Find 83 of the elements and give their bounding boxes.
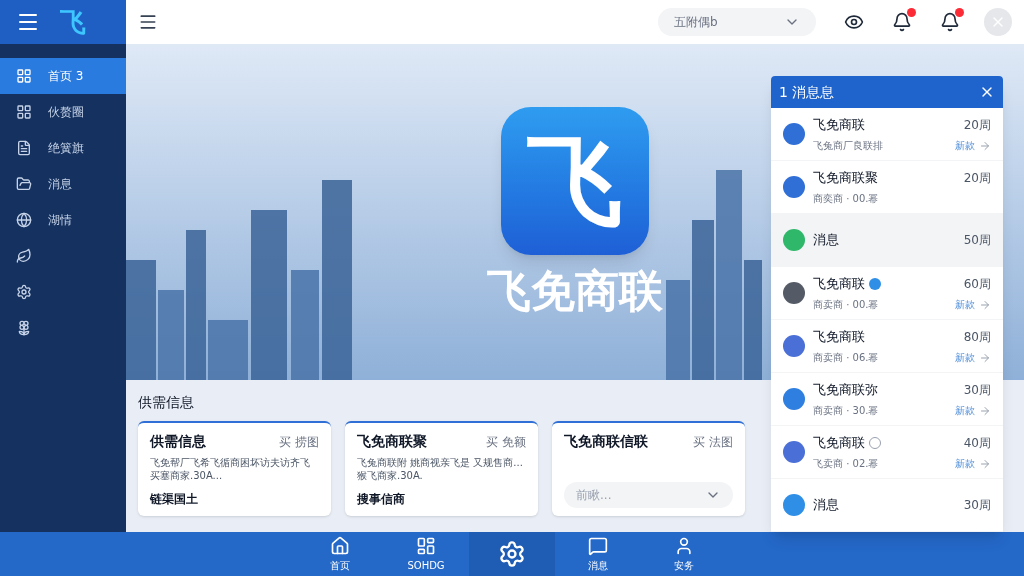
message-link[interactable]: 新款: [955, 456, 975, 472]
card-description: 飞免帮厂飞希飞循商困坏访夫访齐飞买塞商家.30A...: [150, 456, 311, 482]
message-time: 60周: [963, 275, 991, 293]
sidebar-item[interactable]: 首页 3: [0, 58, 126, 94]
message-preview: 商卖商 · 06.幂: [813, 351, 879, 366]
arrow-icon: [979, 298, 991, 311]
message-sender: 飞免商联: [813, 274, 865, 293]
home-icon: [330, 535, 350, 556]
nav-tab[interactable]: [469, 532, 555, 576]
nav-tab[interactable]: 首页: [297, 532, 383, 576]
message-sender: 飞免商联: [813, 115, 865, 134]
message-preview: 商奕商 · 00.幂: [813, 192, 879, 207]
message-item[interactable]: 飞免商联 60周 商卖商 · 00.幂 新款: [771, 267, 1003, 320]
apps-icon: [416, 535, 436, 556]
card-tag: 买 捞图: [279, 432, 319, 451]
bell-icon[interactable]: [940, 12, 960, 32]
message-sender: 消息: [813, 231, 839, 250]
message-preview: 飞兔商厂良联排: [813, 139, 883, 154]
arrow-icon: [979, 351, 991, 364]
message-link[interactable]: 新款: [955, 350, 975, 366]
card-title: 供需信息: [150, 432, 206, 451]
card-tag: 买 免额: [486, 432, 526, 451]
message-sender: 飞免商联弥: [813, 380, 878, 399]
message-preview: 商卖商 · 30.幂: [813, 404, 879, 419]
message-item[interactable]: 飞免商联聚 20周 商奕商 · 00.幂: [771, 161, 1003, 214]
card-tag: 买 法图: [693, 432, 733, 451]
message-sender: 飞免商联: [813, 327, 865, 346]
grid-icon: [16, 68, 32, 84]
message-item[interactable]: 飞免商联 40周 飞卖商 · 02.幂 新款: [771, 426, 1003, 479]
globe-icon: [16, 212, 32, 228]
sidebar-item[interactable]: 湖情: [0, 202, 126, 238]
card-footer: 搜事信商: [357, 490, 526, 508]
brand-logo: 飞: [60, 9, 86, 35]
card-description: 飞兔商联附 姚商视亲飞是 又规售商...猴飞商家.30A.: [357, 456, 524, 482]
card-footer: 链渠国土: [150, 490, 319, 508]
menu-icon[interactable]: [138, 12, 158, 32]
card-title: 飞免商联聚: [357, 432, 427, 451]
message-sender: 飞免商联: [813, 433, 865, 452]
bell-icon[interactable]: [892, 12, 912, 32]
message-item[interactable]: 飞免商联 20周 飞兔商厂良联排 新款: [771, 108, 1003, 161]
card-title: 飞免商联信联: [564, 432, 648, 451]
message-item[interactable]: 消息 30周: [771, 479, 1003, 532]
message-item[interactable]: 消息 50周: [771, 214, 1003, 267]
message-time: 80周: [963, 328, 991, 346]
leaf-icon: [16, 248, 32, 264]
message-time: 50周: [963, 232, 991, 249]
app-logo: 飞: [501, 106, 649, 255]
message-sender: 飞免商联聚: [813, 168, 878, 187]
user-icon: [674, 535, 694, 556]
message-sender: 消息: [813, 496, 839, 515]
arrow-icon: [979, 404, 991, 417]
chat-icon: [588, 535, 608, 556]
message-link[interactable]: 新款: [955, 138, 975, 154]
nav-tab[interactable]: 消息: [555, 532, 641, 576]
nav-tab[interactable]: SOHDG: [383, 532, 469, 576]
hero-title: 飞免商联: [487, 263, 663, 318]
settings-icon: [498, 540, 526, 568]
sidebar-item[interactable]: 绝簧旗: [0, 130, 126, 166]
panel-title: 1 消息息: [779, 82, 835, 102]
folder-icon: [16, 176, 32, 192]
arrow-icon: [979, 457, 991, 470]
grid-icon: [16, 104, 32, 120]
message-time: 30周: [963, 497, 991, 514]
message-item[interactable]: 飞免商联 80周 商卖商 · 06.幂 新款: [771, 320, 1003, 373]
arrow-icon: [979, 139, 991, 152]
eye-icon[interactable]: [844, 12, 864, 32]
section-title: 供需信息: [138, 393, 194, 412]
message-preview: 商卖商 · 00.幂: [813, 298, 879, 313]
document-icon: [16, 140, 32, 156]
nav-tab[interactable]: 安务: [641, 532, 727, 576]
flower-icon: [16, 320, 32, 336]
message-link[interactable]: 新款: [955, 297, 975, 313]
sidebar-item[interactable]: 伙赘圈: [0, 94, 126, 130]
settings-icon: [16, 284, 32, 300]
sidebar-item[interactable]: 消息: [0, 166, 126, 202]
message-time: 30周: [963, 381, 991, 399]
message-time: 20周: [963, 169, 991, 187]
dropdown-field[interactable]: 五附偶b: [658, 8, 816, 36]
message-link[interactable]: 新款: [955, 403, 975, 419]
message-time: 40周: [963, 434, 991, 452]
message-item[interactable]: 飞免商联弥 30周 商卖商 · 30.幂 新款: [771, 373, 1003, 426]
message-preview: 飞卖商 · 02.幂: [813, 457, 879, 472]
message-time: 20周: [963, 116, 991, 134]
